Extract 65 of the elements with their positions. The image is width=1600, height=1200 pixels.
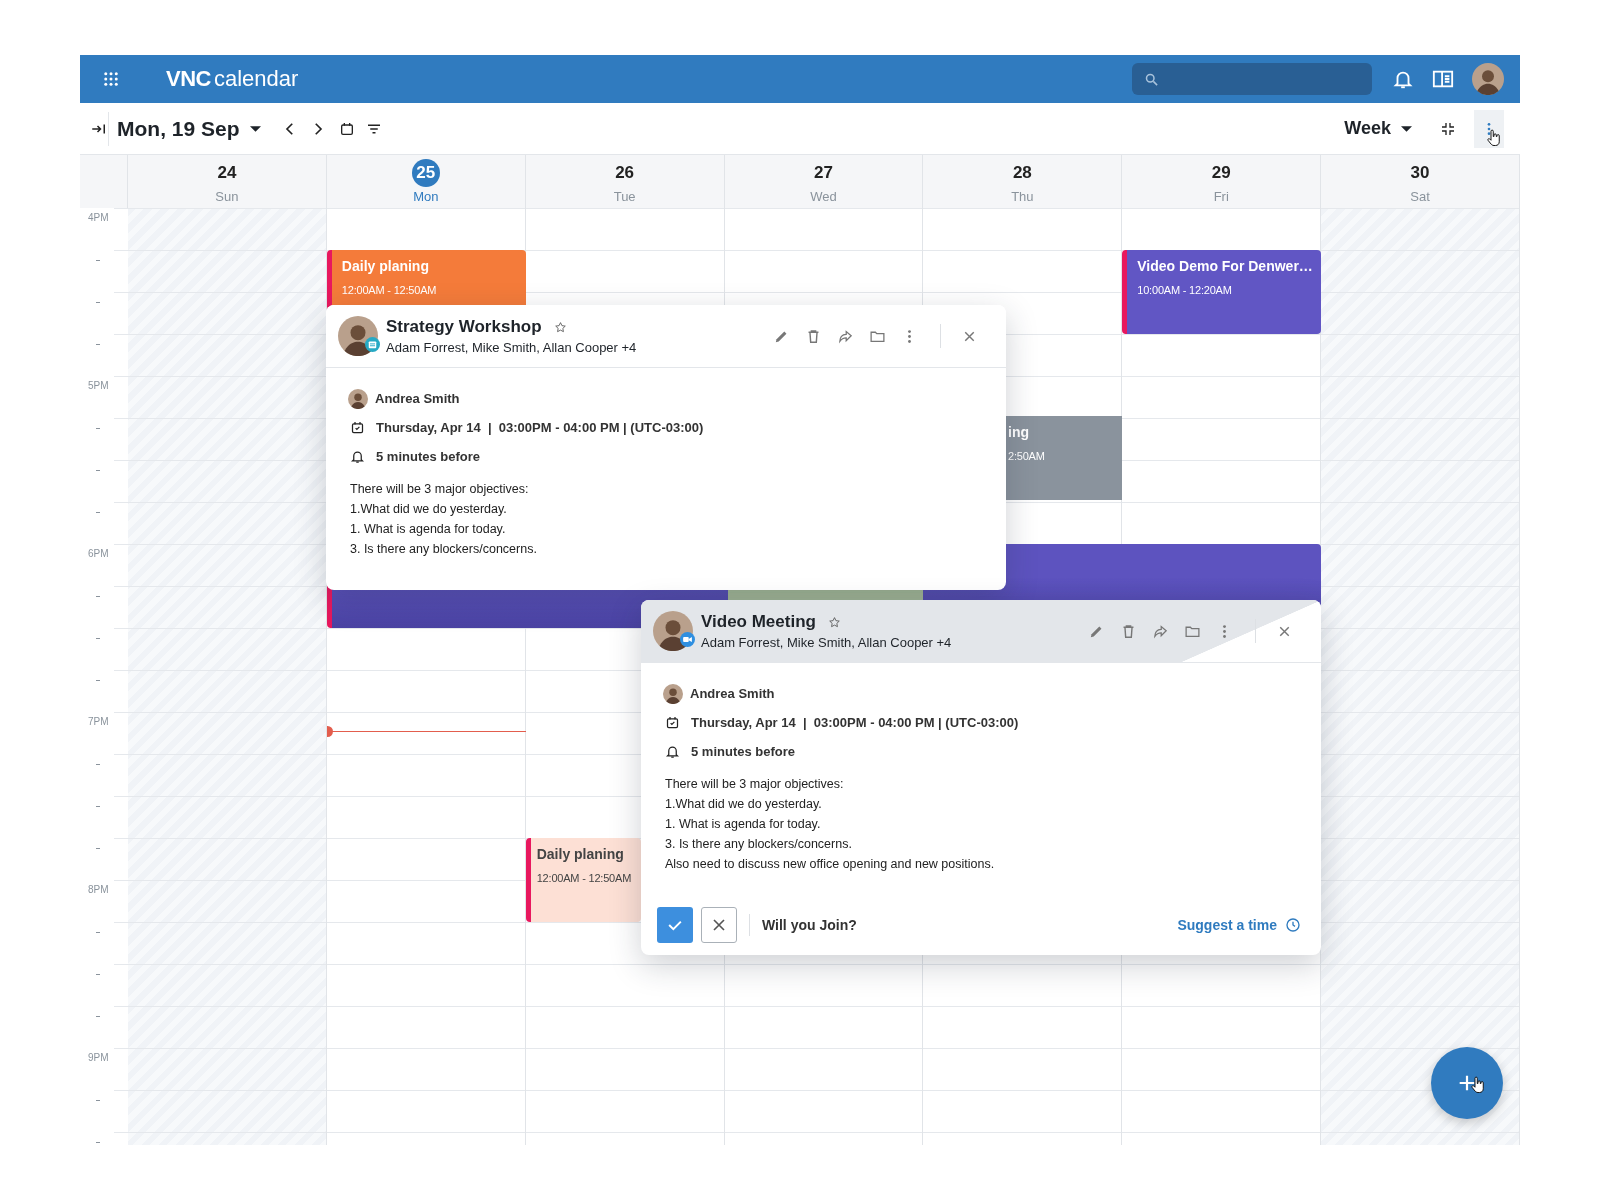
calendar-check-icon	[665, 715, 680, 730]
video-badge-icon	[680, 632, 695, 647]
event-time: 12:00AM - 12:50AM	[536, 872, 633, 884]
view-dropdown[interactable]: Week	[1344, 118, 1412, 139]
caret-icon	[249, 125, 261, 132]
organizer-name: Andrea Smith	[690, 686, 775, 701]
calendar-icon[interactable]	[338, 120, 355, 137]
organizer-name: Andrea Smith	[375, 391, 460, 406]
bell-icon	[665, 744, 680, 759]
user-avatar[interactable]	[1472, 63, 1504, 95]
attendees: Adam Forrest, Mike Smith, Allan Cooper +4	[701, 635, 952, 650]
reminder: 5 minutes before	[691, 744, 796, 759]
event-title: Video Meeting	[701, 612, 816, 632]
event-date: Thursday, Apr 14 | 03:00PM - 04:00 PM | (UTC-03:00)	[691, 715, 1019, 730]
calendar-check-icon	[350, 420, 365, 435]
date-picker[interactable]: Mon, 19 Sep	[117, 116, 261, 141]
person-avatar	[348, 388, 368, 409]
event-date: Thursday, Apr 14 | 03:00PM - 04:00 PM | (UTC-03:00)	[376, 420, 704, 435]
day-header[interactable]: 28 Thu	[923, 155, 1123, 208]
suggest-time-link[interactable]: Suggest a time	[1177, 917, 1301, 933]
event-title: Daily planing	[341, 258, 430, 274]
expand-sidebar-icon[interactable]	[90, 111, 109, 146]
bell-icon	[350, 449, 365, 464]
time-label: 8PM	[88, 884, 109, 895]
compress-icon[interactable]	[1440, 120, 1456, 137]
search-field[interactable]	[1132, 63, 1372, 95]
decline-button[interactable]	[701, 907, 737, 943]
time-label: 5PM	[88, 380, 109, 391]
day-header[interactable]: 25 Mon	[326, 155, 526, 208]
person-avatar	[663, 683, 683, 704]
day-header[interactable]: 29 Fri	[1122, 155, 1322, 208]
event-title: ing	[1008, 424, 1030, 440]
attendees: Adam Forrest, Mike Smith, Allan Cooper +4	[386, 340, 637, 355]
accept-button[interactable]	[657, 907, 693, 943]
day-header[interactable]: 26 Tue	[525, 155, 725, 208]
apps-grid-icon[interactable]	[102, 70, 120, 88]
more-button[interactable]	[1474, 109, 1504, 148]
star-icon[interactable]	[553, 320, 567, 334]
time-label: 6PM	[88, 548, 109, 559]
event-block[interactable]: Video Demo For Denwer… 10:00AM - 12:20AM	[1122, 250, 1322, 334]
day-header[interactable]: 27 Wed	[724, 155, 924, 208]
time-label: 9PM	[88, 1052, 109, 1063]
event-time: 10:00AM - 12:20AM	[1137, 284, 1233, 296]
hand-cursor-icon	[1469, 1075, 1487, 1095]
event-block[interactable]: Daily planing 12:00AM - 12:50AM	[525, 838, 641, 922]
day-header[interactable]: 30 Sat	[1321, 155, 1520, 208]
event-title: Daily planing	[536, 846, 625, 862]
caret-icon	[1401, 125, 1412, 132]
event-description: There will be 3 major objectives: 1.What did we do yesterday. 1. What is agenda for today. 3. Is there any blockers/concerns. Also need to discuss new office opening and new positions.	[665, 776, 996, 873]
event-time: 2:50AM	[1008, 450, 1046, 462]
join-question: Will you Join?	[762, 917, 857, 933]
reminder: 5 minutes before	[376, 449, 481, 464]
time-label: 4PM	[88, 212, 109, 223]
event-description: There will be 3 major objectives: 1.What did we do yesterday. 1. What is agenda for today. 3. Is there any blockers/concerns.	[350, 481, 538, 558]
clock-icon	[1285, 917, 1301, 933]
search-icon	[1144, 71, 1159, 87]
calendar-badge-icon	[365, 337, 380, 352]
time-label: 7PM	[88, 716, 109, 727]
event-time: 12:00AM - 12:50AM	[341, 284, 438, 296]
star-icon[interactable]	[827, 615, 841, 629]
event-title: Video Demo For Denwer…	[1137, 258, 1312, 274]
day-header[interactable]: 24 Sun	[128, 155, 327, 208]
side-panel-icon[interactable]	[1432, 68, 1454, 90]
hand-cursor-icon	[1485, 127, 1503, 148]
app-logo: VNCcalendar	[166, 66, 299, 92]
